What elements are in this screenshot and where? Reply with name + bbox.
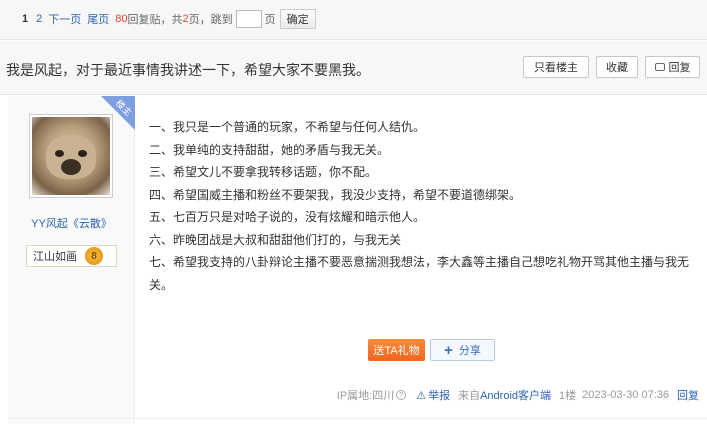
reply-button[interactable]: 回复 xyxy=(645,56,700,78)
post-line: 三、希望文儿不要拿我转移话题，你不配。 xyxy=(149,165,378,179)
post-line: 六、昨晚团战是大叔和甜甜他们打的，与我无关 xyxy=(149,232,402,247)
next-page-link[interactable]: 下一页 xyxy=(48,11,81,27)
pager-bar: 1 2 下一页 尾页 80 回复贴，共 2 页，跳到 页 确定 xyxy=(0,0,707,40)
thread-header: 我是风起，对于最近事情我讲述一下，希望大家不要黑我。 只看楼主 收藏 回复 xyxy=(0,41,707,95)
author-panel: 楼主 YY风起《云散》 江山如画 8 xyxy=(8,96,135,424)
avatar[interactable] xyxy=(29,114,113,198)
send-gift-button[interactable]: 送TA礼物 xyxy=(368,339,425,361)
post-line: 二、我单纯的支持甜甜，她的矛盾与我无关。 xyxy=(149,142,390,157)
ip-location: IP属地:四川 xyxy=(336,390,395,402)
post-content: 一、我只是一个普通的玩家，不希望与任何人结仇。 二、我单纯的支持甜甜，她的矛盾与… xyxy=(136,96,707,424)
only-op-button[interactable]: 只看楼主 xyxy=(523,56,589,78)
post-floor-1: 楼主 YY风起《云散》 江山如画 8 一、我只是一个普通的玩家，不希望与任何人结… xyxy=(8,96,707,424)
report-link[interactable]: ⚠ 举报 xyxy=(416,387,450,403)
plus-icon: + xyxy=(444,341,453,359)
pager: 1 2 下一页 尾页 80 回复贴，共 2 页，跳到 页 确定 xyxy=(22,9,316,29)
reply-button-label: 回复 xyxy=(668,62,691,74)
warning-icon: ⚠ xyxy=(416,389,427,402)
post-line: 七、希望我支持的八卦辩论主播不要恶意揣测我想法，李大鑫等主播自己想吃礼物开骂其他… xyxy=(149,255,690,292)
jump-to-label: 页，跳到 xyxy=(188,14,233,26)
badge-name: 江山如画 xyxy=(33,251,77,263)
level-icon: 8 xyxy=(85,247,103,265)
reply-count: 80 xyxy=(115,13,128,25)
page-2-link[interactable]: 2 xyxy=(36,13,42,25)
last-page-link[interactable]: 尾页 xyxy=(87,11,109,27)
floor-number: 1楼 xyxy=(559,390,577,402)
thread-title: 我是风起，对于最近事情我讲述一下，希望大家不要黑我。 xyxy=(6,62,370,78)
comment-icon xyxy=(654,63,665,71)
post-time: 2023-03-30 07:36 xyxy=(582,389,669,401)
share-label: 分享 xyxy=(458,345,481,357)
divider xyxy=(8,418,707,419)
help-icon[interactable]: ? xyxy=(396,390,407,400)
page-unit-label: 页 xyxy=(264,14,276,26)
page-1-current: 1 xyxy=(22,13,29,25)
post-body: 一、我只是一个普通的玩家，不希望与任何人结仇。 二、我单纯的支持甜甜，她的矛盾与… xyxy=(149,116,699,296)
report-label: 举报 xyxy=(428,390,451,402)
favorite-button[interactable]: 收藏 xyxy=(596,56,638,78)
member-badge[interactable]: 江山如画 8 xyxy=(26,245,117,267)
username-link[interactable]: YY风起《云散》 xyxy=(8,215,135,231)
post-line: 五、七百万只是对哈子说的，没有炫耀和暗示他人。 xyxy=(149,210,426,224)
reply-link[interactable]: 回复 xyxy=(677,387,699,403)
from-prefix: 来自 xyxy=(458,390,481,402)
jump-page-input[interactable] xyxy=(235,10,262,28)
post-line: 四、希望国威主播和粉丝不要架我，我没少支持，希望不要道德绑架。 xyxy=(149,187,522,202)
jump-confirm-button[interactable]: 确定 xyxy=(279,9,316,29)
client-link[interactable]: Android客户端 xyxy=(480,387,551,403)
post-line: 一、我只是一个普通的玩家，不希望与任何人结仇。 xyxy=(149,120,426,134)
reply-count-suffix: 回复贴，共 xyxy=(127,14,183,26)
share-button[interactable]: + 分享 xyxy=(430,339,495,361)
pug-avatar-image xyxy=(32,117,110,195)
post-meta: IP属地:四川 ? ⚠ 举报 来自 Android客户端 1楼 2023-03-… xyxy=(337,387,699,403)
